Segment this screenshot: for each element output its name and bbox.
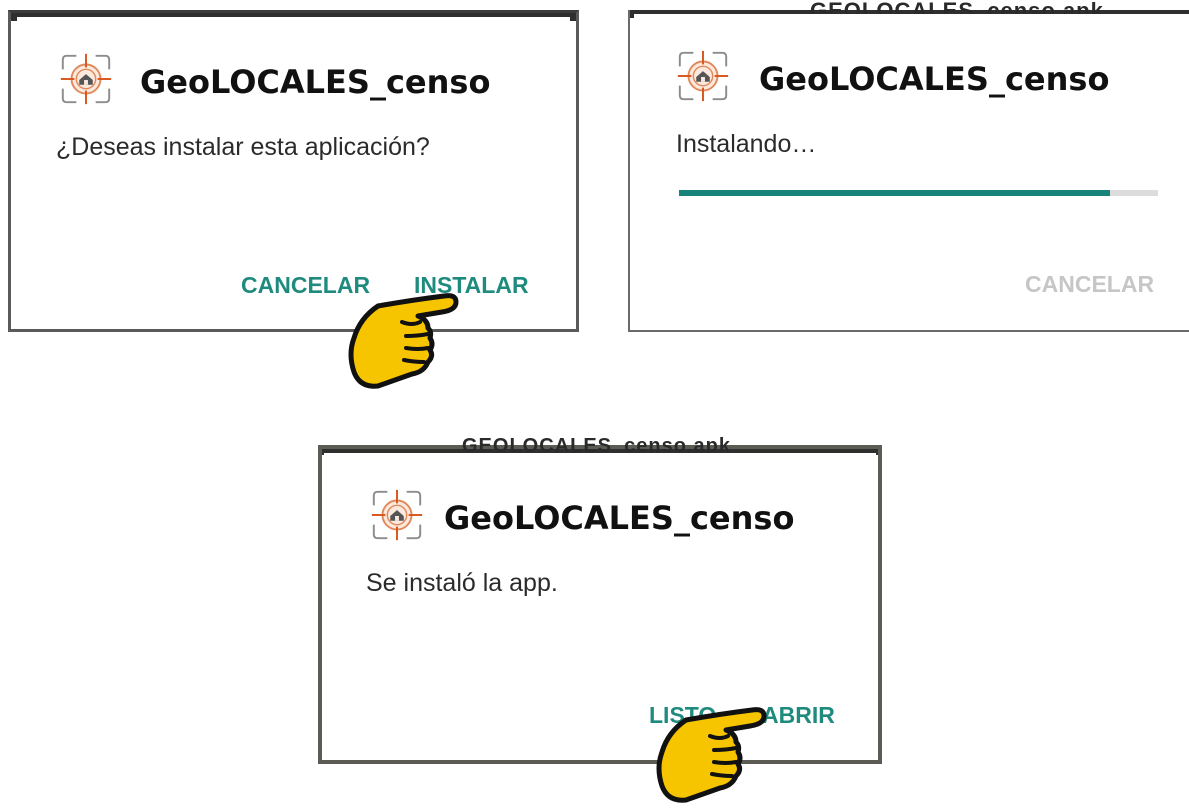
installing-dialog: GEOLOCALES_censo.apk GeoLOCALES_censo In… [628,0,1189,332]
install-progress-fill [679,190,1111,196]
install-progress-bar [679,190,1158,196]
dialog-card: GeoLOCALES_censo Se instaló la app. LIST… [324,453,876,758]
dialog-title: GeoLOCALES_censo [444,499,795,537]
installed-message: Se instaló la app. [366,569,558,597]
dialog-title: GeoLOCALES_censo [140,63,491,101]
app-crosshair-house-icon [368,486,426,544]
app-crosshair-house-icon [674,47,732,105]
dialog-title: GeoLOCALES_censo [759,60,1110,98]
open-button[interactable]: ABRIR [762,702,835,729]
dialog-card: GeoLOCALES_censo Instalando… CANCELAR [634,14,1189,326]
pointing-hand-icon [656,706,768,806]
cancel-button-disabled: CANCELAR [1025,271,1155,297]
installed-dialog: GEOLOCALES_censo.apk GeoLOCALES_censo Se… [318,435,882,764]
install-prompt-dialog: GeoLOCALES_censo ¿Deseas instalar esta a… [8,10,579,332]
dialog-card: GeoLOCALES_censo ¿Deseas instalar esta a… [17,17,570,323]
pointing-hand-icon [348,292,460,392]
installing-message: Instalando… [676,130,817,158]
dialog-message: ¿Deseas instalar esta aplicación? [56,133,430,161]
app-crosshair-house-icon [57,50,115,108]
